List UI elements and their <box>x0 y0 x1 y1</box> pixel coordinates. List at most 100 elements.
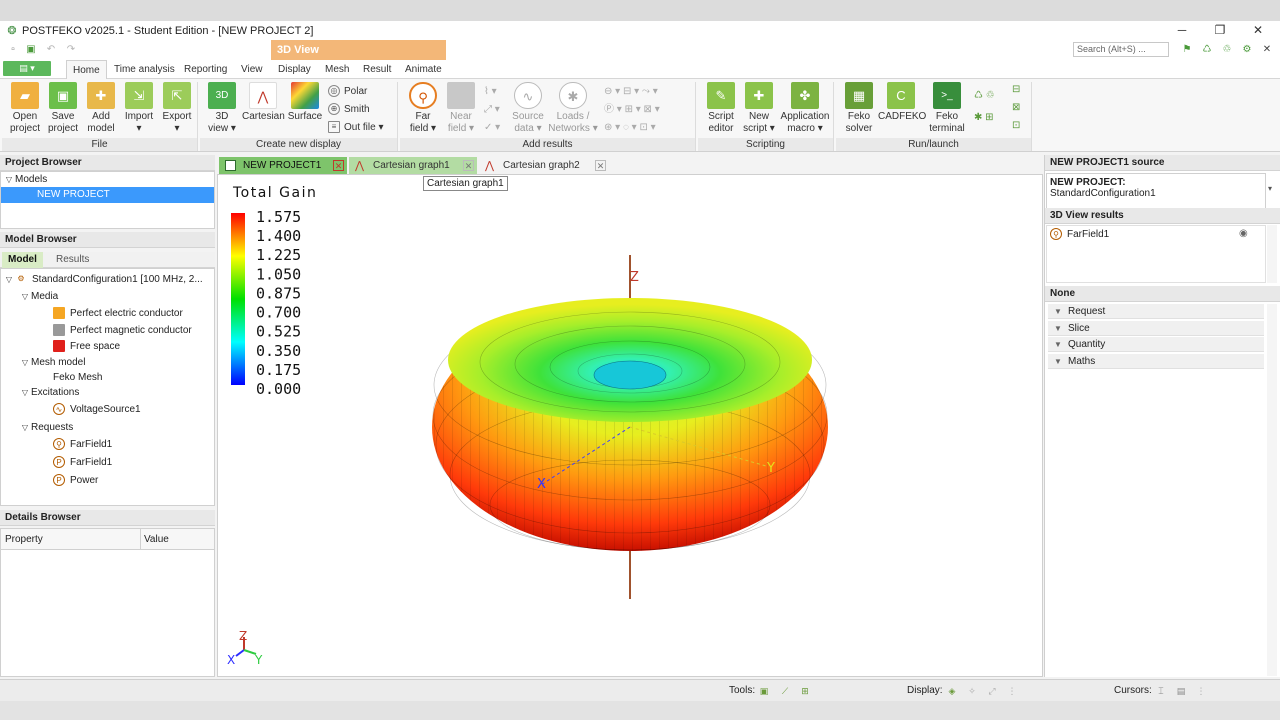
tree-media-pec[interactable]: Perfect electric conductor <box>53 306 183 322</box>
refresh-icon[interactable]: ♲ <box>1220 43 1234 56</box>
measure-tool-icon[interactable]: ⟋ <box>779 685 791 697</box>
column-header-property[interactable]: Property <box>1 529 141 550</box>
source-data-button[interactable]: ∿ Source data ▾ <box>508 82 548 135</box>
display-grid-icon[interactable]: ⋮ <box>1006 685 1018 697</box>
3d-view-viewport[interactable]: Total Gain 1.575 1.400 1.225 1.050 0.875 0.70… <box>217 174 1043 677</box>
feko-terminal-button[interactable]: >_ Feko terminal <box>926 82 968 135</box>
properties-scrollbar[interactable] <box>1267 304 1277 676</box>
run-small-tools-4[interactable]: ⊠ <box>1012 100 1020 116</box>
run-small-tools-5[interactable]: ⊡ <box>1012 118 1020 134</box>
results-scrollbar[interactable] <box>1267 225 1277 283</box>
results-small-tool-6[interactable]: ⊛ ▾ ◌ ▾ ⊡ ▾ <box>604 120 656 136</box>
tab-view[interactable]: View <box>235 60 269 79</box>
redo-icon[interactable]: ↷ <box>64 43 78 56</box>
surface-button[interactable]: Surface <box>286 82 324 123</box>
file-menu-button[interactable]: ▤ ▾ <box>3 61 51 76</box>
cursor-grid-icon[interactable]: ⋮ <box>1195 685 1207 697</box>
radiation-pattern-canvas[interactable]: Total Gain 1.5751.4001.2251.0500.875 0.70… <box>218 175 1044 678</box>
tree-power[interactable]: P Power <box>53 473 98 489</box>
application-macro-button[interactable]: ✤ Application macro ▾ <box>778 82 832 135</box>
save-icon[interactable]: ▣ <box>24 43 38 56</box>
tab-results[interactable]: Results <box>50 252 95 268</box>
select-tool-icon[interactable]: ▣ <box>758 685 770 697</box>
far-field-button[interactable]: ⚲ Far field ▾ <box>404 82 442 135</box>
section-maths[interactable]: ▼ Maths <box>1048 354 1264 369</box>
cadfeko-quick-icon[interactable]: ♺ <box>1200 43 1214 56</box>
result-farfield1[interactable]: ⚲ FarField1 <box>1050 227 1109 243</box>
expand-arrow-icon[interactable]: ▽ <box>3 172 15 188</box>
cartesian-button[interactable]: ⋀ Cartesian <box>242 82 285 123</box>
out-file-button[interactable]: ≡ Out file ▾ <box>328 120 384 136</box>
results-small-tool-1[interactable]: ⌇ ▾ <box>484 84 497 100</box>
close-button[interactable]: ✕ <box>1238 21 1278 40</box>
tab-reporting[interactable]: Reporting <box>178 60 233 79</box>
add-model-button[interactable]: ✚ Add model <box>82 82 120 135</box>
doc-tab-cartesian-graph2[interactable]: ⋀ Cartesian graph2 ✕ <box>479 157 609 174</box>
display-mode-icon[interactable]: ◈ <box>946 685 958 697</box>
tree-voltage-source[interactable]: ∿ VoltageSource1 <box>53 402 141 418</box>
tree-media-free-space[interactable]: Free space <box>53 339 120 355</box>
display-tool-icon[interactable]: ✧ <box>966 685 978 697</box>
tree-farfield-1[interactable]: ⚲ FarField1 <box>53 437 112 453</box>
doc-tab-cartesian-graph1[interactable]: ⋀ Cartesian graph1 ✕ <box>349 157 477 174</box>
contextual-tab-3d-view[interactable]: 3D View <box>271 40 446 60</box>
new-file-icon[interactable]: ▫ <box>6 43 20 56</box>
tree-media[interactable]: ▽ Media <box>19 289 58 305</box>
ribbon-close-button[interactable]: ✕ <box>1260 43 1274 56</box>
tree-excitations[interactable]: ▽ Excitations <box>19 385 79 401</box>
tree-models[interactable]: ▽ Models <box>3 172 47 188</box>
tree-requests[interactable]: ▽ Requests <box>19 420 73 436</box>
undo-icon[interactable]: ↶ <box>44 43 58 56</box>
results-small-tool-3[interactable]: ✓ ▾ <box>484 120 500 136</box>
export-button[interactable]: ⇱ Export ▾ <box>158 82 196 135</box>
tree-configuration[interactable]: ▽ ⚙ StandardConfiguration1 [100 MHz, 2... <box>3 272 203 288</box>
near-field-button[interactable]: Near field ▾ <box>442 82 480 135</box>
polar-button[interactable]: ◎ Polar <box>328 84 367 100</box>
new-script-button[interactable]: ✚ New script ▾ <box>740 82 778 135</box>
cadfeko-button[interactable]: C CADFEKO <box>878 82 926 123</box>
tree-new-project-selected[interactable]: NEW PROJECT <box>1 187 214 203</box>
run-small-tools-3[interactable]: ⊟ <box>1012 82 1020 98</box>
save-project-button[interactable]: ▣ Save project <box>44 82 82 135</box>
results-small-tool-4[interactable]: ⊖ ▾ ⊟ ▾ ⤳ ▾ <box>604 84 658 100</box>
loads-networks-button[interactable]: ✱ Loads / Networks ▾ <box>548 82 598 135</box>
launch-solver-icon[interactable]: ⚑ <box>1180 43 1194 56</box>
visibility-eye-icon[interactable]: ◉ <box>1239 228 1248 239</box>
close-tab-icon[interactable]: ✕ <box>333 160 344 171</box>
close-tab-icon[interactable]: ✕ <box>463 160 474 171</box>
tab-result[interactable]: Result <box>357 60 397 79</box>
tab-home[interactable]: Home <box>66 60 107 79</box>
source-dropdown-icon[interactable]: ▾ <box>1268 184 1272 193</box>
run-small-tools-1[interactable]: ♺ ♲ <box>974 88 995 104</box>
tree-media-pmc[interactable]: Perfect magnetic conductor <box>53 323 192 339</box>
3d-view-button[interactable]: 3D 3D view ▾ <box>204 82 240 135</box>
maximize-button[interactable]: ❐ <box>1200 21 1240 40</box>
section-request[interactable]: ▼ Request <box>1048 304 1264 319</box>
smith-button[interactable]: ⊕ Smith <box>328 102 370 118</box>
import-button[interactable]: ⇲ Import ▾ <box>120 82 158 135</box>
source-selector[interactable]: NEW PROJECT: StandardConfiguration1 <box>1046 173 1266 209</box>
run-small-tools-2[interactable]: ✱ ⊞ <box>974 110 994 126</box>
minimize-button[interactable]: ─ <box>1162 21 1202 40</box>
doc-tab-new-project1[interactable]: NEW PROJECT1 ✕ <box>219 157 347 174</box>
cursor-table-icon[interactable]: ▤ <box>1175 685 1187 697</box>
tree-feko-mesh[interactable]: Feko Mesh <box>53 370 102 386</box>
tab-mesh[interactable]: Mesh <box>319 60 355 79</box>
display-axes-icon[interactable]: ⤢ <box>986 685 998 697</box>
tab-animate[interactable]: Animate <box>399 60 448 79</box>
tab-time-analysis[interactable]: Time analysis <box>108 60 181 79</box>
section-quantity[interactable]: ▼ Quantity <box>1048 337 1264 352</box>
results-small-tool-5[interactable]: Ⓟ ▾ ⊞ ▾ ⊠ ▾ <box>604 102 660 118</box>
column-header-value[interactable]: Value <box>141 529 214 550</box>
close-tab-icon[interactable]: ✕ <box>595 160 606 171</box>
cursor-tool-icon[interactable]: ⌶ <box>1155 685 1167 697</box>
open-project-button[interactable]: ▰ Open project <box>6 82 44 135</box>
section-slice[interactable]: ▼ Slice <box>1048 321 1264 336</box>
tab-model[interactable]: Model <box>2 252 43 268</box>
grid-tool-icon[interactable]: ⊞ <box>799 685 811 697</box>
script-editor-button[interactable]: ✎ Script editor <box>702 82 740 135</box>
tree-mesh-model[interactable]: ▽ Mesh model <box>19 355 86 371</box>
tab-display[interactable]: Display <box>272 60 317 79</box>
results-small-tool-2[interactable]: ⤢ ▾ <box>484 102 500 118</box>
search-input[interactable]: Search (Alt+S) ... <box>1073 42 1169 57</box>
